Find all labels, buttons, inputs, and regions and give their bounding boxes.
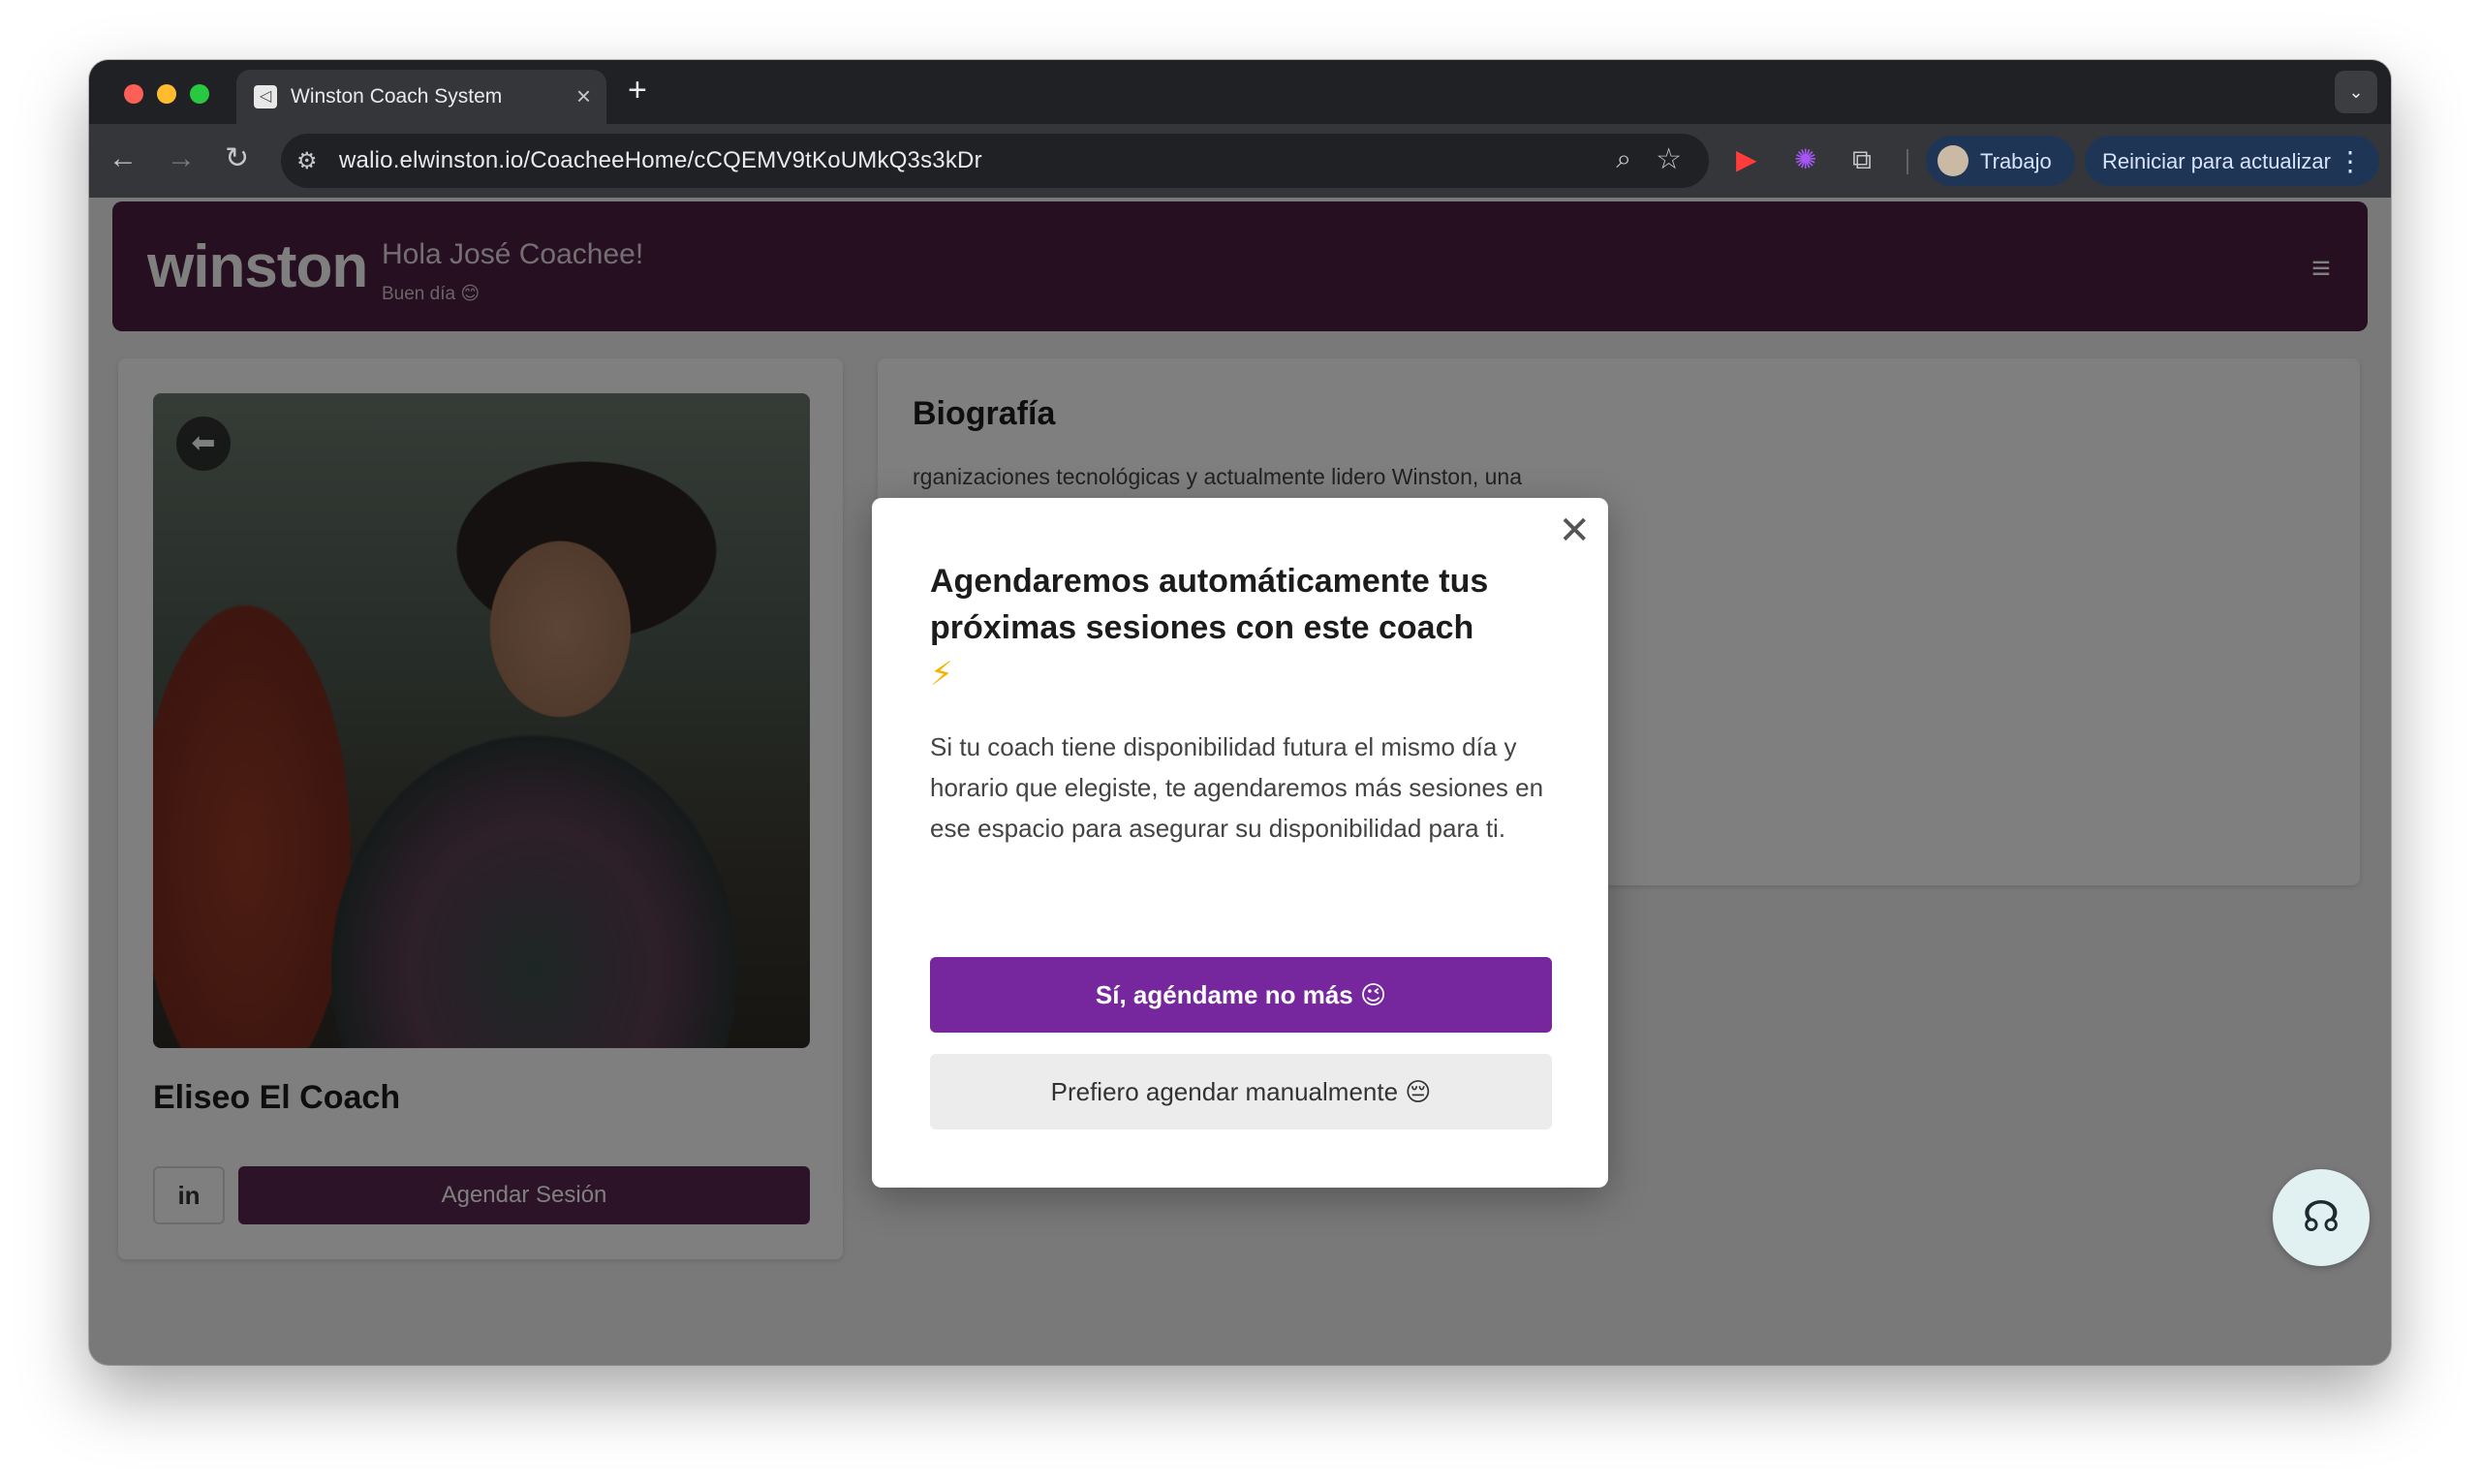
support-chat-icon[interactable]: ☊ <box>2273 1169 2370 1266</box>
zoom-icon[interactable]: ⌕ <box>1616 143 1631 175</box>
more-menu-icon[interactable]: ⋮ <box>2337 145 2364 177</box>
tab-search-icon[interactable]: ⌄ <box>2335 71 2377 113</box>
close-icon[interactable]: ✕ <box>1558 511 1591 550</box>
toolbar-divider <box>1906 149 1908 174</box>
browser-window: ◁ Winston Coach System × + ⌄ ← → ↻ ⚙ wal… <box>89 60 2391 1365</box>
tab-title: Winston Coach System <box>291 85 503 108</box>
manual-schedule-button[interactable]: Prefiero agendar manualmente 😔 <box>930 1054 1552 1129</box>
modal-body: Si tu coach tiene disponibilidad futura … <box>930 732 1544 843</box>
extensions-puzzle-icon[interactable]: ⧉ <box>1852 143 1872 176</box>
page-content: winston Hola José Coachee! Buen día 😊 ≡ … <box>89 198 2391 1365</box>
new-tab-icon[interactable]: + <box>628 74 647 107</box>
close-window-button[interactable] <box>124 84 143 104</box>
modal-title-text: Agendaremos automáticamente tus próximas… <box>930 563 1489 646</box>
confirm-auto-schedule-button[interactable]: Sí, agéndame no más 😉 <box>930 957 1552 1033</box>
site-info-icon[interactable]: ⚙ <box>296 147 318 175</box>
window-controls <box>124 84 209 104</box>
lightning-icon: ⚡ <box>930 656 953 693</box>
back-icon[interactable]: ← <box>108 141 138 176</box>
modal-title: Agendaremos automáticamente tus próximas… <box>930 558 1569 697</box>
tab-strip: ◁ Winston Coach System × + ⌄ <box>89 60 2391 124</box>
browser-toolbar: ← → ↻ ⚙ walio.elwinston.io/CoacheeHome/c… <box>89 124 2391 198</box>
close-tab-icon[interactable]: × <box>576 81 591 111</box>
address-bar[interactable]: ⚙ walio.elwinston.io/CoacheeHome/cCQEMV9… <box>281 134 1709 188</box>
forward-icon[interactable]: → <box>167 141 196 176</box>
url-text[interactable]: walio.elwinston.io/CoacheeHome/cCQEMV9tK… <box>339 147 982 174</box>
auto-schedule-modal: ✕ Agendaremos automáticamente tus próxim… <box>872 498 1608 1188</box>
avatar <box>1938 145 1968 176</box>
minimize-window-button[interactable] <box>157 84 176 104</box>
maximize-window-button[interactable] <box>190 84 209 104</box>
video-extension-icon[interactable]: ▶ <box>1736 143 1757 176</box>
swirl-extension-icon[interactable]: ✺ <box>1794 143 1816 176</box>
profile-button[interactable]: Trabajo <box>1926 136 2075 186</box>
browser-tab[interactable]: ◁ Winston Coach System × <box>236 70 606 124</box>
update-label: Reiniciar para actualizar <box>2102 149 2331 173</box>
profile-name: Trabajo <box>1980 149 2052 173</box>
reload-icon[interactable]: ↻ <box>225 141 249 176</box>
bookmark-star-icon[interactable]: ☆ <box>1656 142 1682 176</box>
favicon-icon: ◁ <box>254 85 277 108</box>
update-button[interactable]: Reiniciar para actualizar ⋮ <box>2085 136 2379 186</box>
